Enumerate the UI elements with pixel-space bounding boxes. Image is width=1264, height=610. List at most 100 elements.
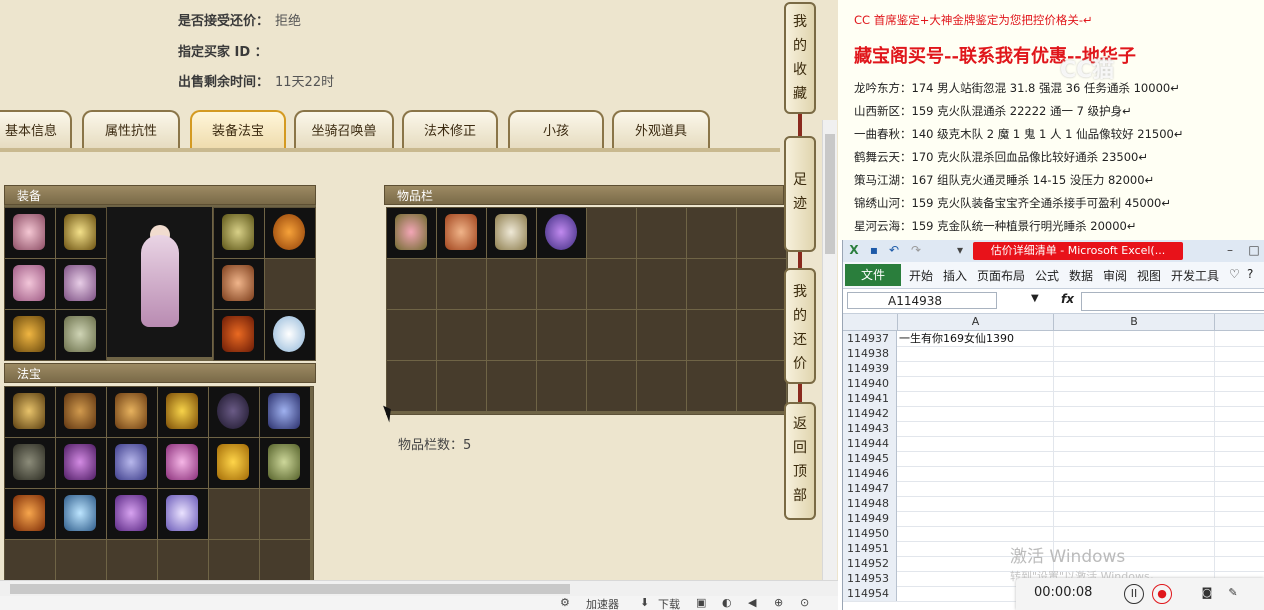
back-to-top-button[interactable]: 返 回 顶 部 — [784, 402, 816, 520]
treasure-slot[interactable] — [56, 489, 106, 539]
row-number[interactable]: 114951 — [843, 541, 897, 556]
cell-a[interactable] — [899, 346, 1054, 361]
inventory-slot[interactable] — [537, 208, 586, 258]
tab-view[interactable]: 视图 — [1137, 267, 1161, 284]
help-icon[interactable]: ? — [1247, 267, 1253, 281]
tab-page-layout[interactable]: 页面布局 — [977, 267, 1025, 284]
maximize-icon[interactable]: □ — [1247, 243, 1261, 257]
my-favorites-button[interactable]: 我 的 收 藏 — [784, 2, 816, 114]
cell-a[interactable] — [899, 376, 1054, 391]
equip-slot[interactable] — [214, 208, 264, 258]
gear-icon[interactable]: ⚙ — [560, 596, 570, 609]
row-number[interactable]: 114946 — [843, 466, 897, 481]
row-number[interactable]: 114952 — [843, 556, 897, 571]
cell-b[interactable] — [1054, 361, 1215, 376]
cell-b[interactable] — [1054, 496, 1215, 511]
cell-b[interactable] — [1054, 376, 1215, 391]
cell-a[interactable] — [899, 466, 1054, 481]
treasure-slot[interactable] — [209, 438, 259, 488]
treasure-slot[interactable] — [107, 387, 157, 437]
treasure-slot[interactable] — [260, 438, 310, 488]
tab-attributes[interactable]: 属性抗性 — [82, 110, 180, 148]
chevron-down-icon[interactable]: ▼ — [1031, 293, 1039, 304]
row-number[interactable]: 114938 — [843, 346, 897, 361]
name-box[interactable]: A114938 — [847, 292, 997, 309]
accelerator-label[interactable]: 加速器 — [586, 596, 619, 610]
tab-developer[interactable]: 开发工具 — [1171, 267, 1219, 284]
row-number[interactable]: 114941 — [843, 391, 897, 406]
tab-child[interactable]: 小孩 — [508, 110, 604, 148]
row-number[interactable]: 114943 — [843, 421, 897, 436]
equip-slot[interactable] — [265, 310, 315, 360]
cell-a[interactable] — [899, 391, 1054, 406]
treasure-slot[interactable] — [107, 489, 157, 539]
treasure-slot[interactable] — [5, 438, 55, 488]
cell-b[interactable] — [1054, 406, 1215, 421]
treasure-slot[interactable] — [260, 387, 310, 437]
cell-a[interactable] — [899, 481, 1054, 496]
treasure-slot[interactable] — [56, 387, 106, 437]
treasure-slot[interactable] — [158, 489, 208, 539]
pause-icon[interactable]: II — [1124, 584, 1144, 604]
row-number[interactable]: 114945 — [843, 451, 897, 466]
row-number[interactable]: 114940 — [843, 376, 897, 391]
tab-mounts-pets[interactable]: 坐骑召唤兽 — [294, 110, 394, 148]
row-number[interactable]: 114947 — [843, 481, 897, 496]
zoom-icon[interactable]: ⊕ — [774, 596, 783, 609]
cell-a[interactable] — [899, 451, 1054, 466]
row-number[interactable]: 114948 — [843, 496, 897, 511]
settings-icon[interactable]: ⊙ — [800, 596, 809, 609]
tab-home[interactable]: 开始 — [909, 267, 933, 284]
treasure-slot[interactable] — [56, 438, 106, 488]
tab-insert[interactable]: 插入 — [943, 267, 967, 284]
equip-slot[interactable] — [265, 208, 315, 258]
cell-b[interactable] — [1054, 436, 1215, 451]
row-number[interactable]: 114944 — [843, 436, 897, 451]
cell-b[interactable] — [1054, 526, 1215, 541]
treasure-slot[interactable] — [5, 387, 55, 437]
volume-icon[interactable]: ◀ — [748, 596, 756, 609]
treasure-slot[interactable] — [107, 438, 157, 488]
treasure-slot[interactable] — [158, 438, 208, 488]
vertical-scrollbar[interactable] — [822, 120, 837, 580]
treasure-slot[interactable] — [5, 489, 55, 539]
camera-icon[interactable]: ◙ — [1198, 584, 1216, 602]
save-icon[interactable]: ▪ — [867, 243, 881, 257]
equip-slot[interactable] — [56, 259, 106, 309]
row-number[interactable]: 114953 — [843, 571, 897, 586]
equip-slot[interactable] — [56, 310, 106, 360]
row-number[interactable]: 114949 — [843, 511, 897, 526]
redo-icon[interactable]: ↷ — [909, 243, 923, 257]
inventory-slot[interactable] — [437, 208, 486, 258]
formula-input[interactable] — [1081, 292, 1264, 311]
sound-icon[interactable]: ◐ — [722, 596, 732, 609]
heart-icon[interactable]: ♡ — [1229, 267, 1240, 281]
cell-b[interactable] — [1054, 511, 1215, 526]
row-number[interactable]: 114942 — [843, 406, 897, 421]
my-offers-button[interactable]: 我 的 还 价 — [784, 268, 816, 384]
cell-b[interactable] — [1054, 451, 1215, 466]
minimize-icon[interactable]: – — [1223, 243, 1237, 257]
equip-slot[interactable] — [5, 208, 55, 258]
stop-record-icon[interactable]: ● — [1152, 584, 1172, 604]
row-number[interactable]: 114939 — [843, 361, 897, 376]
equip-slot[interactable] — [5, 259, 55, 309]
pen-icon[interactable]: ✎ — [1224, 584, 1242, 602]
tab-equipment-treasure[interactable]: 装备法宝 — [190, 110, 286, 148]
footprints-button[interactable]: 足 迹 — [784, 136, 816, 252]
equip-slot[interactable] — [5, 310, 55, 360]
inventory-slot[interactable] — [487, 208, 536, 258]
column-header-a[interactable]: A — [898, 314, 1054, 330]
row-number[interactable]: 114954 — [843, 586, 897, 601]
scrollbar-thumb[interactable] — [825, 134, 835, 254]
inventory-slot[interactable] — [387, 208, 436, 258]
fx-label[interactable]: fx — [1061, 292, 1074, 306]
cell-a[interactable] — [899, 361, 1054, 376]
scrollbar-thumb[interactable] — [10, 584, 570, 594]
tab-basic-info[interactable]: 基本信息 — [0, 110, 72, 148]
file-tab[interactable]: 文件 — [845, 264, 901, 286]
column-header-b[interactable]: B — [1054, 314, 1215, 330]
cell-b[interactable] — [1054, 346, 1215, 361]
monitor-icon[interactable]: ▣ — [696, 596, 706, 609]
equip-slot[interactable] — [214, 259, 264, 309]
